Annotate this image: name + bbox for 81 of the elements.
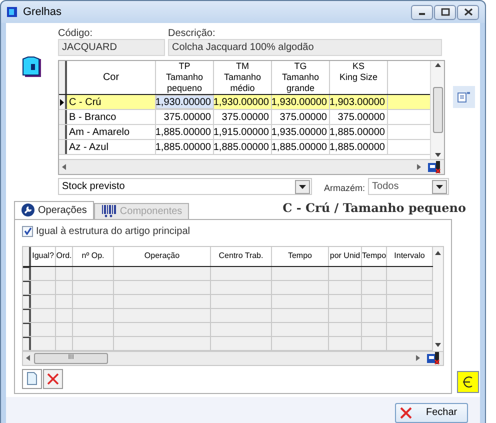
- vertical-scrollbar[interactable]: [433, 246, 443, 350]
- scroll-left-icon[interactable]: [26, 355, 30, 361]
- stock-dropdown[interactable]: Stock previsto: [58, 178, 312, 196]
- scroll-down-icon[interactable]: [434, 153, 440, 157]
- grid-cell[interactable]: 1,885.00000: [156, 140, 214, 154]
- maximize-button[interactable]: [434, 4, 456, 20]
- column-header: nº Op.: [73, 246, 114, 266]
- warehouse-label: Armazém:: [324, 182, 366, 195]
- grid-row[interactable]: B - Branco 375.00000 375.00000 375.00000 375.00000: [59, 110, 430, 125]
- column-header: Operação: [114, 246, 211, 266]
- column-header: TG Tamanho grande: [272, 61, 330, 94]
- grid-cell[interactable]: 375.00000: [272, 110, 330, 124]
- vertical-scrollbar[interactable]: [430, 61, 444, 159]
- grid-cell[interactable]: 1,903.00000: [330, 95, 388, 109]
- grid-cell[interactable]: 375.00000: [156, 110, 214, 124]
- detail-title: C - Crú / Tamanho pequeno: [282, 200, 466, 216]
- column-header: KS King Size: [330, 61, 388, 94]
- grid-cell[interactable]: 1,930.00000: [156, 95, 214, 109]
- wrench-icon: [21, 203, 35, 217]
- column-header: Centro Trab.: [211, 246, 272, 266]
- column-header: Tempo: [362, 246, 387, 266]
- barcode-icon: [100, 204, 117, 218]
- row-label: Az - Azul: [67, 140, 156, 154]
- scroll-right-icon[interactable]: [416, 355, 420, 361]
- checkbox-label: Igual à estrutura do artigo principal: [36, 224, 190, 238]
- grid-cell[interactable]: 1,935.00000: [272, 125, 330, 139]
- grid-row[interactable]: C - Crú 1,930.00000 1,930.00000 1,930.00000 1,903.00000: [59, 95, 430, 110]
- field-label: Descrição:: [168, 27, 216, 39]
- column-header: Tempo: [272, 246, 329, 266]
- euro-button[interactable]: [457, 370, 479, 392]
- new-button[interactable]: [22, 368, 42, 388]
- scroll-down-icon[interactable]: [435, 342, 441, 346]
- grid-cell[interactable]: 1,915.00000: [214, 125, 272, 139]
- field-label: Código:: [58, 27, 94, 39]
- scroll-left-icon[interactable]: [62, 164, 66, 170]
- column-header: Ord.: [56, 246, 73, 266]
- minimize-button[interactable]: [411, 4, 433, 20]
- column-header: por Unid: [329, 246, 362, 266]
- column-header: TM Tamanho médio: [214, 61, 272, 94]
- grid-cell[interactable]: 1,885.00000: [156, 125, 214, 139]
- row-label: B - Branco: [67, 110, 156, 124]
- grid-cell[interactable]: 1,930.00000: [214, 95, 272, 109]
- column-header: Cor: [67, 61, 156, 94]
- app-icon: [7, 7, 17, 17]
- close-button[interactable]: [457, 4, 479, 20]
- grid-settings-icon[interactable]: [426, 351, 440, 365]
- row-label: Am - Amarelo: [67, 125, 156, 139]
- column-header: Igual?: [31, 246, 56, 266]
- euro-icon: [462, 376, 474, 388]
- text-field[interactable]: Colcha Jacquard 100% algodão: [168, 39, 442, 56]
- maximize-icon: [440, 8, 450, 16]
- column-header: TP Tamanho pequeno: [156, 61, 214, 94]
- grid-row[interactable]: Am - Amarelo 1,885.00000 1,915.00000 1,935.00000 1,885.00000: [59, 125, 430, 140]
- new-document-icon: [27, 372, 37, 385]
- layout-button[interactable]: [453, 86, 475, 108]
- close-button[interactable]: Fechar: [395, 402, 468, 422]
- scroll-right-icon[interactable]: [417, 164, 421, 170]
- grid-cell[interactable]: 1,885.00000: [272, 140, 330, 154]
- text-field[interactable]: JACQUARD: [58, 39, 165, 56]
- document-icon: [457, 91, 471, 103]
- tab[interactable]: Operações: [14, 200, 94, 218]
- scroll-up-icon[interactable]: [435, 250, 441, 254]
- grid-settings-icon[interactable]: [427, 160, 441, 174]
- scroll-up-icon[interactable]: [434, 63, 440, 67]
- grid-row[interactable]: Az - Azul 1,885.00000 1,885.00000 1,885.00000 1,885.00000: [59, 140, 430, 155]
- window-title: Grelhas: [23, 4, 62, 20]
- checkbox[interactable]: [22, 226, 33, 236]
- delete-button[interactable]: [43, 368, 63, 388]
- warehouse-dropdown[interactable]: Todos: [368, 178, 450, 196]
- close-icon: [464, 8, 472, 16]
- table-row[interactable]: [23, 266, 433, 280]
- grid-cell[interactable]: 1,885.00000: [330, 125, 388, 139]
- grid-cell[interactable]: 1,885.00000: [330, 140, 388, 154]
- grid-cell[interactable]: 1,885.00000: [214, 140, 272, 154]
- grid-cell[interactable]: 375.00000: [330, 110, 388, 124]
- scrollbar-thumb[interactable]: [432, 87, 442, 133]
- delete-icon: [47, 372, 59, 384]
- grid-cell[interactable]: 1,930.00000: [272, 95, 330, 109]
- current-row-icon: [60, 98, 64, 106]
- close-icon: [400, 406, 412, 418]
- grid-cell[interactable]: 375.00000: [214, 110, 272, 124]
